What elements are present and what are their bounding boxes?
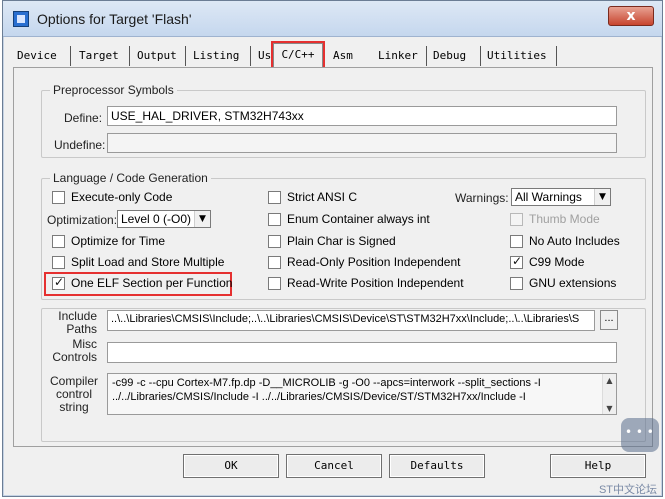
strict-ansi-box[interactable]	[268, 190, 281, 204]
tab-debug[interactable]: Debug	[429, 46, 481, 66]
compiler-scrollbar[interactable]: ▲ ▼	[602, 374, 616, 414]
string-label-line: string	[59, 400, 89, 414]
warnings-select[interactable]: All Warnings ▼	[511, 188, 611, 206]
execute-only-label: Execute-only Code	[71, 190, 173, 204]
one-elf-box[interactable]	[52, 275, 65, 290]
title-bar[interactable]: Options for Target 'Flash' x	[3, 1, 662, 37]
watermark-text: ST中文论坛	[598, 484, 657, 496]
close-button[interactable]: x	[608, 6, 654, 26]
warnings-value: All Warnings	[515, 190, 582, 204]
ro-pi-box[interactable]	[268, 255, 281, 269]
help-button[interactable]: Help	[550, 454, 646, 478]
window-title: Options for Target 'Flash'	[37, 11, 192, 27]
include-paths-input[interactable]: ..\..\Libraries\CMSIS\Include;..\..\Libr…	[107, 310, 595, 331]
no-auto-includes-label: No Auto Includes	[529, 234, 620, 248]
one-elf-checkbox[interactable]: One ELF Section per Function	[52, 275, 233, 290]
rw-pi-box[interactable]	[268, 276, 281, 290]
language-group-label: Language / Code Generation	[50, 171, 211, 185]
tab-target[interactable]: Target	[75, 46, 130, 66]
scroll-up-icon[interactable]: ▲	[603, 374, 616, 388]
split-load-label: Split Load and Store Multiple	[71, 255, 225, 269]
plain-char-checkbox[interactable]: Plain Char is Signed	[268, 234, 396, 248]
compiler-line-1: -c99 -c --cpu Cortex-M7.fp.dp -D__MICROL…	[112, 377, 541, 389]
plain-char-label: Plain Char is Signed	[287, 234, 396, 248]
chat-bubble-icon	[621, 418, 659, 452]
chevron-down-icon[interactable]: ▼	[194, 211, 210, 227]
thumb-mode-box	[510, 212, 523, 226]
compiler-control-label: Compiler control string	[50, 375, 98, 414]
optimize-time-label: Optimize for Time	[71, 234, 166, 248]
thumb-mode-label: Thumb Mode	[529, 212, 600, 226]
optimization-select[interactable]: Level 0 (-O0) ▼	[117, 210, 211, 228]
execute-only-checkbox[interactable]: Execute-only Code	[52, 190, 172, 204]
optimization-label: Optimization:	[47, 213, 118, 227]
misc-controls-input[interactable]	[107, 342, 617, 363]
execute-only-box[interactable]	[52, 190, 65, 204]
ro-pi-label: Read-Only Position Independent	[287, 255, 461, 269]
tab-utilities[interactable]: Utilities	[483, 46, 557, 66]
split-load-box[interactable]	[52, 255, 65, 269]
paths-label-line: Paths	[66, 322, 97, 336]
gnu-extensions-checkbox[interactable]: GNU extensions	[510, 276, 616, 290]
one-elf-label: One ELF Section per Function	[71, 276, 233, 290]
tab-c-cpp[interactable]: C/C++	[271, 41, 325, 70]
enum-container-box[interactable]	[268, 212, 281, 226]
include-browse-button[interactable]: ...	[600, 310, 618, 330]
ok-button[interactable]: OK	[183, 454, 279, 478]
tab-linker[interactable]: Linker	[374, 46, 427, 66]
optimize-time-box[interactable]	[52, 234, 65, 248]
undefine-label: Undefine:	[54, 138, 106, 152]
no-auto-includes-checkbox[interactable]: No Auto Includes	[510, 234, 620, 248]
options-dialog: Options for Target 'Flash' x Device Targ…	[2, 0, 663, 497]
compiler-control-string[interactable]: -c99 -c --cpu Cortex-M7.fp.dp -D__MICROL…	[107, 373, 617, 415]
optimize-time-checkbox[interactable]: Optimize for Time	[52, 234, 165, 248]
c-cpp-panel: Preprocessor Symbols Define: USE_HAL_DRI…	[13, 67, 653, 447]
controls-label-line: Controls	[52, 350, 97, 364]
define-input[interactable]: USE_HAL_DRIVER, STM32H743xx	[107, 106, 617, 126]
defaults-button[interactable]: Defaults	[389, 454, 485, 478]
tab-asm[interactable]: Asm	[329, 46, 371, 66]
rw-pi-label: Read-Write Position Independent	[287, 276, 464, 290]
define-label: Define:	[64, 111, 103, 125]
chevron-down-icon[interactable]: ▼	[594, 189, 610, 205]
gnu-extensions-label: GNU extensions	[529, 276, 617, 290]
enum-container-checkbox[interactable]: Enum Container always int	[268, 212, 430, 226]
strict-ansi-label: Strict ANSI C	[287, 190, 358, 204]
cancel-button[interactable]: Cancel	[286, 454, 382, 478]
c99-mode-checkbox[interactable]: C99 Mode	[510, 254, 585, 269]
misc-controls-label: Misc Controls	[52, 338, 97, 364]
gnu-extensions-box[interactable]	[510, 276, 523, 290]
enum-container-label: Enum Container always int	[287, 212, 430, 226]
thumb-mode-checkbox: Thumb Mode	[510, 212, 600, 226]
include-paths-label: Include Paths	[57, 310, 97, 336]
preprocessor-group-label: Preprocessor Symbols	[50, 83, 177, 97]
c99-mode-box[interactable]	[510, 254, 523, 269]
plain-char-box[interactable]	[268, 234, 281, 248]
tab-listing[interactable]: Listing	[189, 46, 251, 66]
tab-output[interactable]: Output	[133, 46, 186, 66]
compiler-line-2: ../../Libraries/CMSIS/Include -I ../../L…	[112, 391, 526, 403]
tab-device[interactable]: Device	[13, 46, 71, 66]
undefine-input[interactable]	[107, 133, 617, 153]
split-load-checkbox[interactable]: Split Load and Store Multiple	[52, 255, 224, 269]
warnings-label: Warnings:	[455, 191, 509, 205]
c99-mode-label: C99 Mode	[529, 255, 585, 269]
ro-pi-checkbox[interactable]: Read-Only Position Independent	[268, 255, 460, 269]
app-icon	[13, 11, 29, 27]
rw-pi-checkbox[interactable]: Read-Write Position Independent	[268, 276, 464, 290]
no-auto-includes-box[interactable]	[510, 234, 523, 248]
strict-ansi-checkbox[interactable]: Strict ANSI C	[268, 190, 357, 204]
scroll-down-icon[interactable]: ▼	[603, 402, 616, 414]
optimization-value: Level 0 (-O0)	[121, 212, 192, 226]
tab-strip: Device Target Output Listing User C/C++ …	[13, 41, 653, 70]
